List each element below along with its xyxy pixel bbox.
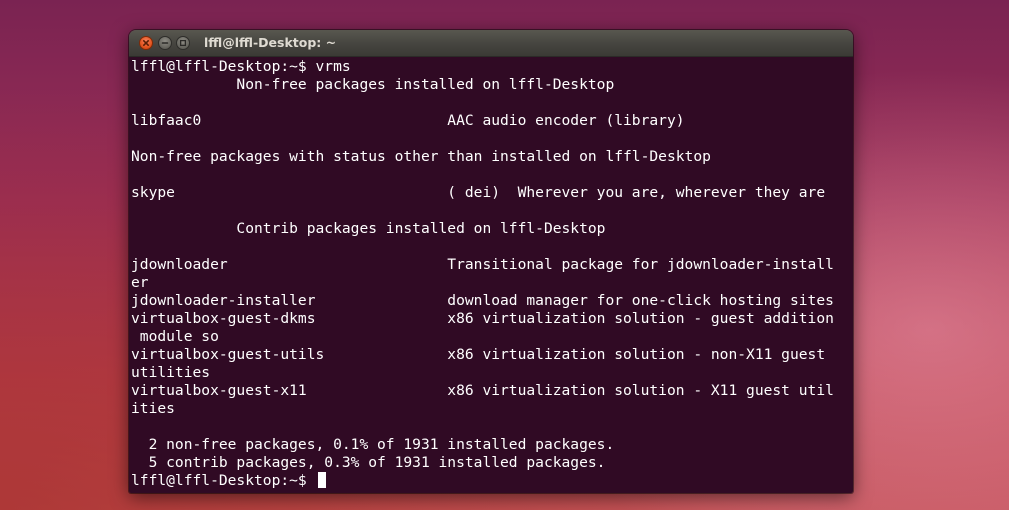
- terminal-line: libfaac0 AAC audio encoder (library): [131, 112, 685, 129]
- terminal-line: virtualbox-guest-dkms x86 virtualization…: [131, 310, 834, 327]
- terminal-line: jdownloader-installer download manager f…: [131, 292, 834, 309]
- window-titlebar[interactable]: lffl@lffl-Desktop: ~: [129, 30, 853, 57]
- terminal-line: jdownloader Transitional package for jdo…: [131, 256, 834, 273]
- text-cursor: [317, 472, 326, 488]
- terminal-line: ities: [131, 400, 175, 417]
- terminal-line: virtualbox-guest-utils x86 virtualizatio…: [131, 346, 826, 363]
- minimize-icon: [161, 42, 169, 44]
- terminal-line: er: [131, 274, 149, 291]
- shell-prompt: lffl@lffl-Desktop:~$: [131, 472, 316, 489]
- terminal-output[interactable]: lffl@lffl-Desktop:~$ vrms Non-free packa…: [129, 57, 853, 493]
- terminal-line: 2 non-free packages, 0.1% of 1931 instal…: [131, 436, 615, 453]
- terminal-prompt-line[interactable]: lffl@lffl-Desktop:~$: [131, 472, 851, 490]
- terminal-line: virtualbox-guest-x11 x86 virtualization …: [131, 382, 834, 399]
- terminal-line: lffl@lffl-Desktop:~$ vrms: [131, 58, 351, 75]
- desktop-background: lffl@lffl-Desktop: ~ lffl@lffl-Desktop:~…: [0, 0, 1009, 510]
- maximize-icon: [179, 39, 187, 47]
- maximize-window-button[interactable]: [176, 36, 190, 50]
- terminal-line: 5 contrib packages, 0.3% of 1931 install…: [131, 454, 606, 471]
- window-title: lffl@lffl-Desktop: ~: [204, 35, 337, 50]
- minimize-window-button[interactable]: [158, 36, 172, 50]
- terminal-line: Contrib packages installed on lffl-Deskt…: [131, 220, 606, 237]
- terminal-line: Non-free packages installed on lffl-Desk…: [131, 76, 615, 93]
- terminal-line: utilities: [131, 364, 211, 381]
- terminal-line: Non-free packages with status other than…: [131, 148, 711, 165]
- close-icon: [143, 40, 149, 46]
- terminal-line: skype ( dei) Wherever you are, wherever …: [131, 184, 826, 201]
- terminal-line: module so: [131, 328, 219, 345]
- terminal-window: lffl@lffl-Desktop: ~ lffl@lffl-Desktop:~…: [129, 30, 853, 493]
- close-window-button[interactable]: [139, 36, 153, 50]
